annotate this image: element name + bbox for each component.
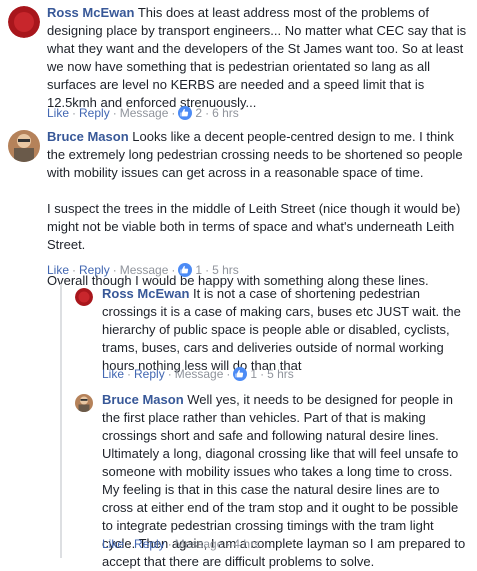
reply-link[interactable]: Reply	[134, 366, 165, 382]
avatar[interactable]	[8, 130, 40, 162]
comment-actions: Like · Reply · Message · 2 · 6 hrs	[47, 105, 239, 121]
comment-author[interactable]: Bruce Mason	[102, 392, 184, 407]
reaction-count[interactable]: 1	[250, 366, 257, 382]
comment-author[interactable]: Ross McEwan	[102, 286, 189, 301]
avatar[interactable]	[75, 394, 93, 412]
message-link[interactable]: Message	[120, 105, 169, 121]
reply-link[interactable]: Reply	[79, 262, 110, 278]
thumbs-up-icon[interactable]	[178, 106, 193, 120]
like-link[interactable]: Like	[47, 105, 69, 121]
message-link[interactable]: Message	[175, 366, 224, 382]
comment-body: Ross McEwan This does at least address m…	[47, 4, 467, 112]
message-link[interactable]: Message	[175, 536, 224, 552]
comment-actions: Like · Reply · Message · 1 · 5 hrs	[47, 262, 239, 278]
reply-thread-line	[60, 284, 62, 558]
timestamp[interactable]: 5 hrs	[212, 262, 239, 278]
thumbs-up-icon[interactable]	[178, 263, 193, 277]
comment-actions: Like · Reply · Message · 1 · 5 hrs	[102, 366, 294, 382]
thumbs-up-icon[interactable]	[233, 367, 248, 381]
comment-paragraph: I suspect the trees in the middle of Lei…	[47, 201, 461, 252]
timestamp[interactable]: 6 hrs	[212, 105, 239, 121]
comment-author[interactable]: Bruce Mason	[47, 129, 129, 144]
reaction-count[interactable]: 2	[195, 105, 202, 121]
avatar[interactable]	[75, 288, 93, 306]
comment-text: This does at least address most of the p…	[47, 5, 467, 110]
timestamp[interactable]: 4 hrs	[233, 536, 260, 552]
like-link[interactable]: Like	[47, 262, 69, 278]
reaction-count[interactable]: 1	[195, 262, 202, 278]
message-link[interactable]: Message	[120, 262, 169, 278]
reply-link[interactable]: Reply	[79, 105, 110, 121]
comment-body: Ross McEwan It is not a case of shorteni…	[102, 285, 470, 375]
like-link[interactable]: Like	[102, 366, 124, 382]
reply-link[interactable]: Reply	[134, 536, 165, 552]
avatar[interactable]	[8, 6, 40, 38]
comment-actions: Like · Reply · Message · 4 hrs	[102, 536, 261, 552]
timestamp[interactable]: 5 hrs	[267, 366, 294, 382]
like-link[interactable]: Like	[102, 536, 124, 552]
comment-author[interactable]: Ross McEwan	[47, 5, 134, 20]
